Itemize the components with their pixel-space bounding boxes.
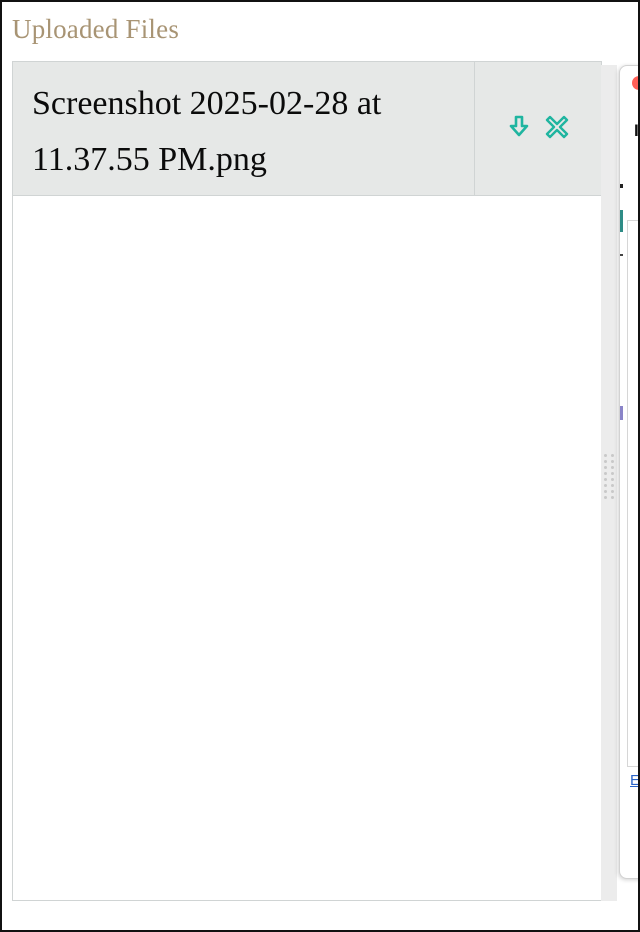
- file-row: Screenshot 2025-02-28 at 11.37.55 PM.png: [13, 62, 601, 196]
- remove-x-icon: [545, 115, 569, 138]
- window-close-dot[interactable]: [632, 76, 638, 90]
- side-content-box: [627, 220, 638, 767]
- side-accent-mark: [620, 210, 623, 232]
- side-accent-mark: [620, 406, 623, 420]
- file-actions: [475, 62, 601, 195]
- side-mark: [620, 254, 623, 256]
- side-preview-window: I E: [619, 65, 639, 879]
- uploaded-files-list: Screenshot 2025-02-28 at 11.37.55 PM.png: [12, 61, 602, 901]
- download-arrow-icon: [509, 115, 529, 136]
- remove-file-button[interactable]: [544, 114, 570, 140]
- panel-resize-handle[interactable]: [603, 454, 615, 512]
- section-title: Uploaded Files: [12, 14, 180, 44]
- download-file-button[interactable]: [506, 114, 532, 140]
- file-name: Screenshot 2025-02-28 at 11.37.55 PM.png: [13, 62, 475, 195]
- side-window-link[interactable]: E: [630, 772, 638, 789]
- side-mark: [620, 184, 623, 188]
- app-frame: Uploaded Files Screenshot 2025-02-28 at …: [0, 0, 640, 932]
- side-window-text: I: [634, 121, 639, 140]
